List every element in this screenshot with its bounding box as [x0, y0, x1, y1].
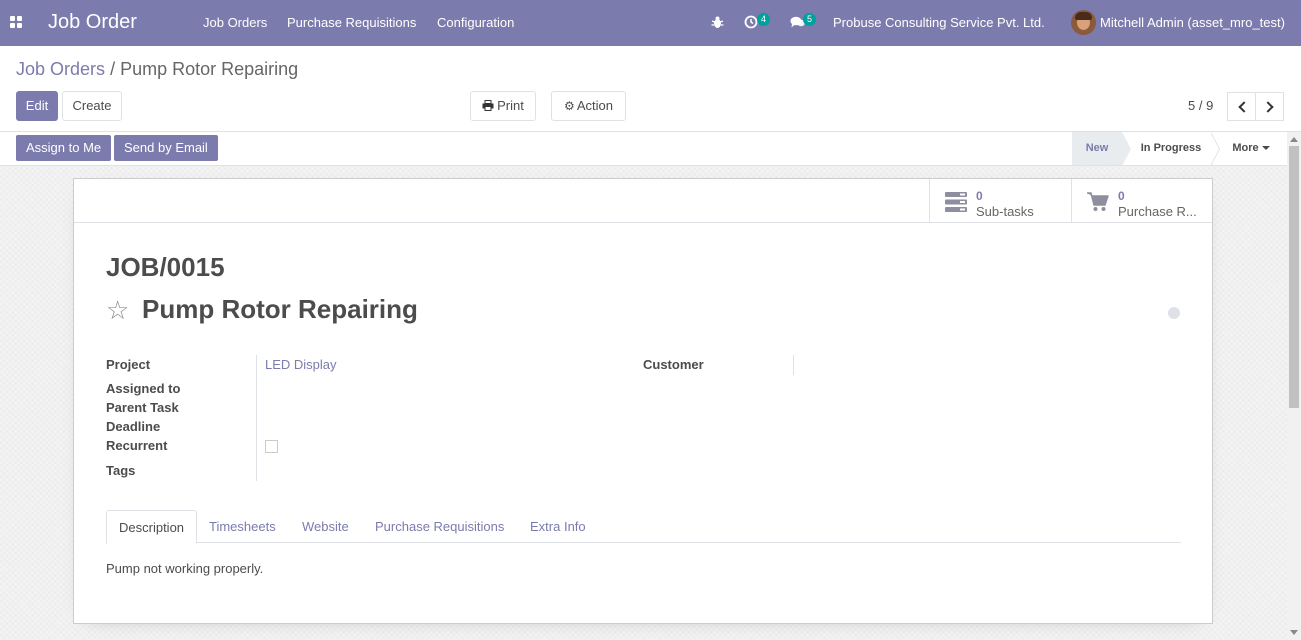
stage-in-progress[interactable]: In Progress	[1131, 132, 1211, 165]
stage-more-dropdown[interactable]: More	[1222, 132, 1280, 165]
subtasks-stat-button[interactable]: 0 Sub-tasks	[929, 179, 1071, 222]
description-text[interactable]: Pump not working properly.	[106, 561, 263, 576]
pager-value[interactable]: 5 / 9	[1188, 98, 1213, 113]
scroll-down-icon[interactable]	[1290, 630, 1298, 635]
field-divider	[256, 355, 257, 481]
shopping-cart-icon	[1087, 192, 1109, 211]
recurrent-checkbox[interactable]	[265, 440, 278, 453]
edit-button[interactable]: Edit	[16, 91, 58, 121]
form-sheet: 0 Sub-tasks 0 Purchase R... JOB/0015 ☆ P…	[73, 178, 1213, 624]
subtasks-count: 0	[976, 189, 983, 203]
caret-down-icon	[1261, 146, 1270, 151]
purchase-count: 0	[1118, 189, 1125, 203]
scroll-up-icon[interactable]	[1290, 137, 1298, 142]
job-reference: JOB/0015	[106, 252, 225, 282]
company-switcher[interactable]: Probuse Consulting Service Pvt. Ltd.	[833, 15, 1045, 30]
project-value-link[interactable]: LED Display	[265, 357, 337, 372]
parent-task-label: Parent Task	[106, 400, 179, 415]
menu-configuration[interactable]: Configuration	[437, 15, 514, 30]
apps-menu-icon[interactable]	[10, 16, 23, 29]
field-divider	[793, 355, 794, 375]
tab-description[interactable]: Description	[106, 510, 198, 544]
notebook-tabs: Description Timesheets Website Purchase …	[106, 510, 1181, 544]
smart-button-box: 0 Sub-tasks 0 Purchase R...	[74, 179, 1212, 223]
send-by-email-button[interactable]: Send by Email	[114, 135, 218, 161]
assigned-to-label: Assigned to	[106, 381, 181, 396]
print-label: Print	[497, 98, 524, 113]
tab-website[interactable]: Website	[290, 510, 361, 543]
stage-arrow	[1122, 132, 1131, 166]
tags-label: Tags	[106, 463, 136, 478]
print-button[interactable]: Print	[470, 91, 536, 121]
purchase-label: Purchase R...	[1118, 204, 1197, 219]
top-navbar: Job Order Job Orders Purchase Requisitio…	[0, 0, 1301, 46]
vertical-scrollbar[interactable]	[1287, 132, 1301, 640]
favorite-star-icon[interactable]: ☆	[106, 297, 129, 323]
assign-to-me-button[interactable]: Assign to Me	[16, 135, 112, 161]
tab-extra-info[interactable]: Extra Info	[518, 510, 598, 543]
breadcrumb: Job Orders / Pump Rotor Repairing	[16, 59, 298, 80]
recurrent-label: Recurrent	[106, 438, 168, 453]
tab-timesheets[interactable]: Timesheets	[197, 510, 288, 543]
pager-previous-button[interactable]	[1227, 92, 1256, 121]
messages-count-badge: 5	[803, 13, 817, 26]
menu-job-orders[interactable]: Job Orders	[203, 15, 267, 30]
app-title: Job Order	[48, 11, 137, 33]
user-menu[interactable]: Mitchell Admin (asset_mro_test)	[1100, 15, 1285, 30]
kanban-state-indicator[interactable]	[1168, 307, 1180, 319]
print-icon	[482, 100, 494, 111]
stage-more-label: More	[1232, 142, 1259, 154]
menu-purchase-requisitions[interactable]: Purchase Requisitions	[287, 15, 416, 30]
breadcrumb-job-orders[interactable]: Job Orders	[16, 59, 105, 79]
tab-purchase-requisitions[interactable]: Purchase Requisitions	[363, 510, 516, 543]
pager-next-button[interactable]	[1255, 92, 1284, 121]
debug-bug-icon[interactable]	[711, 15, 724, 29]
task-name: Pump Rotor Repairing	[142, 294, 418, 324]
subtasks-label: Sub-tasks	[976, 204, 1034, 219]
chevron-left-icon	[1238, 101, 1250, 113]
user-avatar[interactable]	[1071, 10, 1096, 35]
action-button[interactable]: ⚙ Action	[551, 91, 626, 121]
purchase-requisitions-stat-button[interactable]: 0 Purchase R...	[1071, 179, 1213, 222]
scrollbar-thumb[interactable]	[1289, 146, 1299, 408]
breadcrumb-separator: /	[110, 59, 116, 79]
action-label: Action	[576, 98, 613, 113]
stage-arrow	[1210, 132, 1219, 166]
chevron-right-icon	[1262, 101, 1274, 113]
activity-clock-icon[interactable]	[744, 15, 758, 29]
customer-label: Customer	[643, 357, 704, 372]
project-label: Project	[106, 357, 151, 372]
status-bar: Assign to Me Send by Email New In Progre…	[0, 132, 1287, 166]
breadcrumb-current: Pump Rotor Repairing	[120, 59, 299, 79]
tasks-list-icon	[945, 192, 967, 212]
deadline-label: Deadline	[106, 419, 161, 434]
activity-count-badge: 4	[757, 13, 771, 26]
gear-icon: ⚙	[564, 99, 575, 113]
stage-new[interactable]: New	[1072, 132, 1122, 165]
create-button[interactable]: Create	[62, 91, 122, 121]
